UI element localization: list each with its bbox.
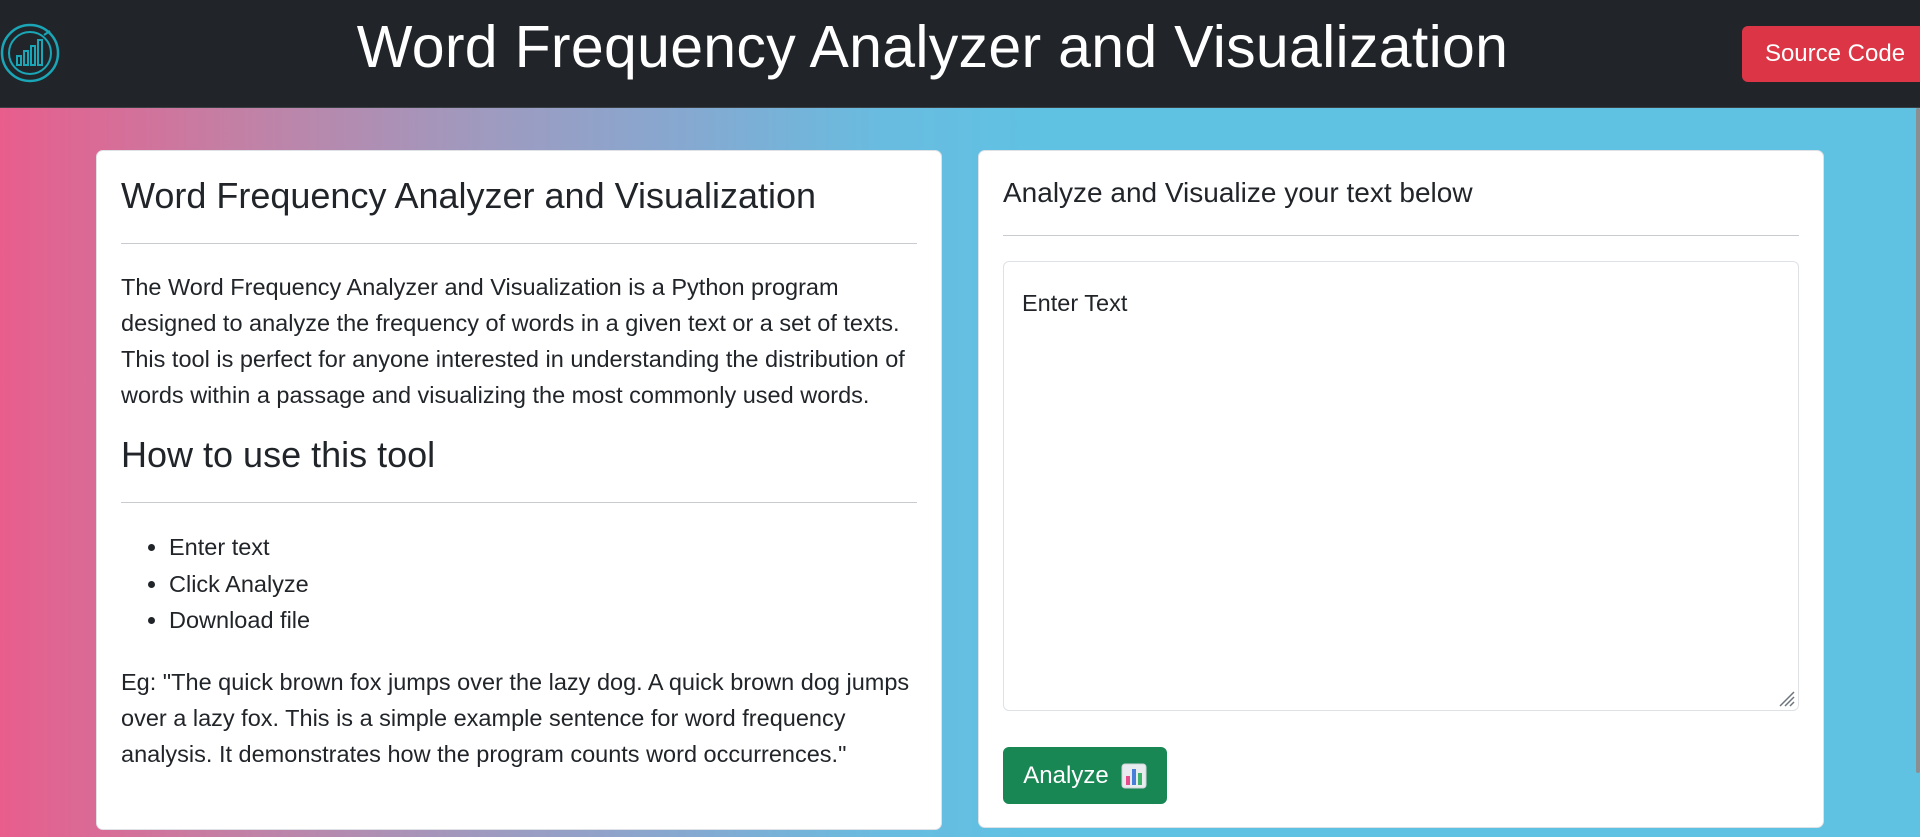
- list-item: Download file: [169, 602, 310, 639]
- divider: [1003, 235, 1799, 236]
- page-scrollbar[interactable]: [1914, 108, 1920, 837]
- about-card: Word Frequency Analyzer and Visualizatio…: [96, 150, 942, 830]
- analyze-title: Analyze and Visualize your text below: [1003, 177, 1473, 208]
- steps-list: Enter text Click Analyze Download file: [169, 529, 310, 639]
- analyze-button[interactable]: Analyze: [1003, 747, 1167, 804]
- text-input[interactable]: [1004, 262, 1798, 710]
- divider: [121, 243, 917, 244]
- analyze-card: Analyze and Visualize your text below An…: [978, 150, 1824, 828]
- bar-chart-emoji-icon: [1121, 763, 1147, 789]
- divider: [121, 502, 917, 503]
- about-title: Word Frequency Analyzer and Visualizatio…: [121, 175, 817, 216]
- page-title: Word Frequency Analyzer and Visualizatio…: [356, 14, 1509, 80]
- text-input-box: [1003, 261, 1799, 711]
- howto-title: How to use this tool: [121, 434, 436, 475]
- analyze-button-label: Analyze: [1023, 761, 1109, 789]
- example-text: Eg: "The quick brown fox jumps over the …: [121, 669, 910, 767]
- source-code-button[interactable]: Source Code: [1742, 26, 1920, 82]
- resize-handle-icon[interactable]: [1776, 688, 1796, 708]
- list-item: Click Analyze: [169, 566, 310, 603]
- about-description: The Word Frequency Analyzer and Visualiz…: [121, 274, 905, 408]
- navbar: Word Frequency Analyzer and Visualizatio…: [0, 0, 1920, 108]
- list-item: Enter text: [169, 529, 310, 566]
- scrollbar-thumb[interactable]: [1916, 108, 1920, 773]
